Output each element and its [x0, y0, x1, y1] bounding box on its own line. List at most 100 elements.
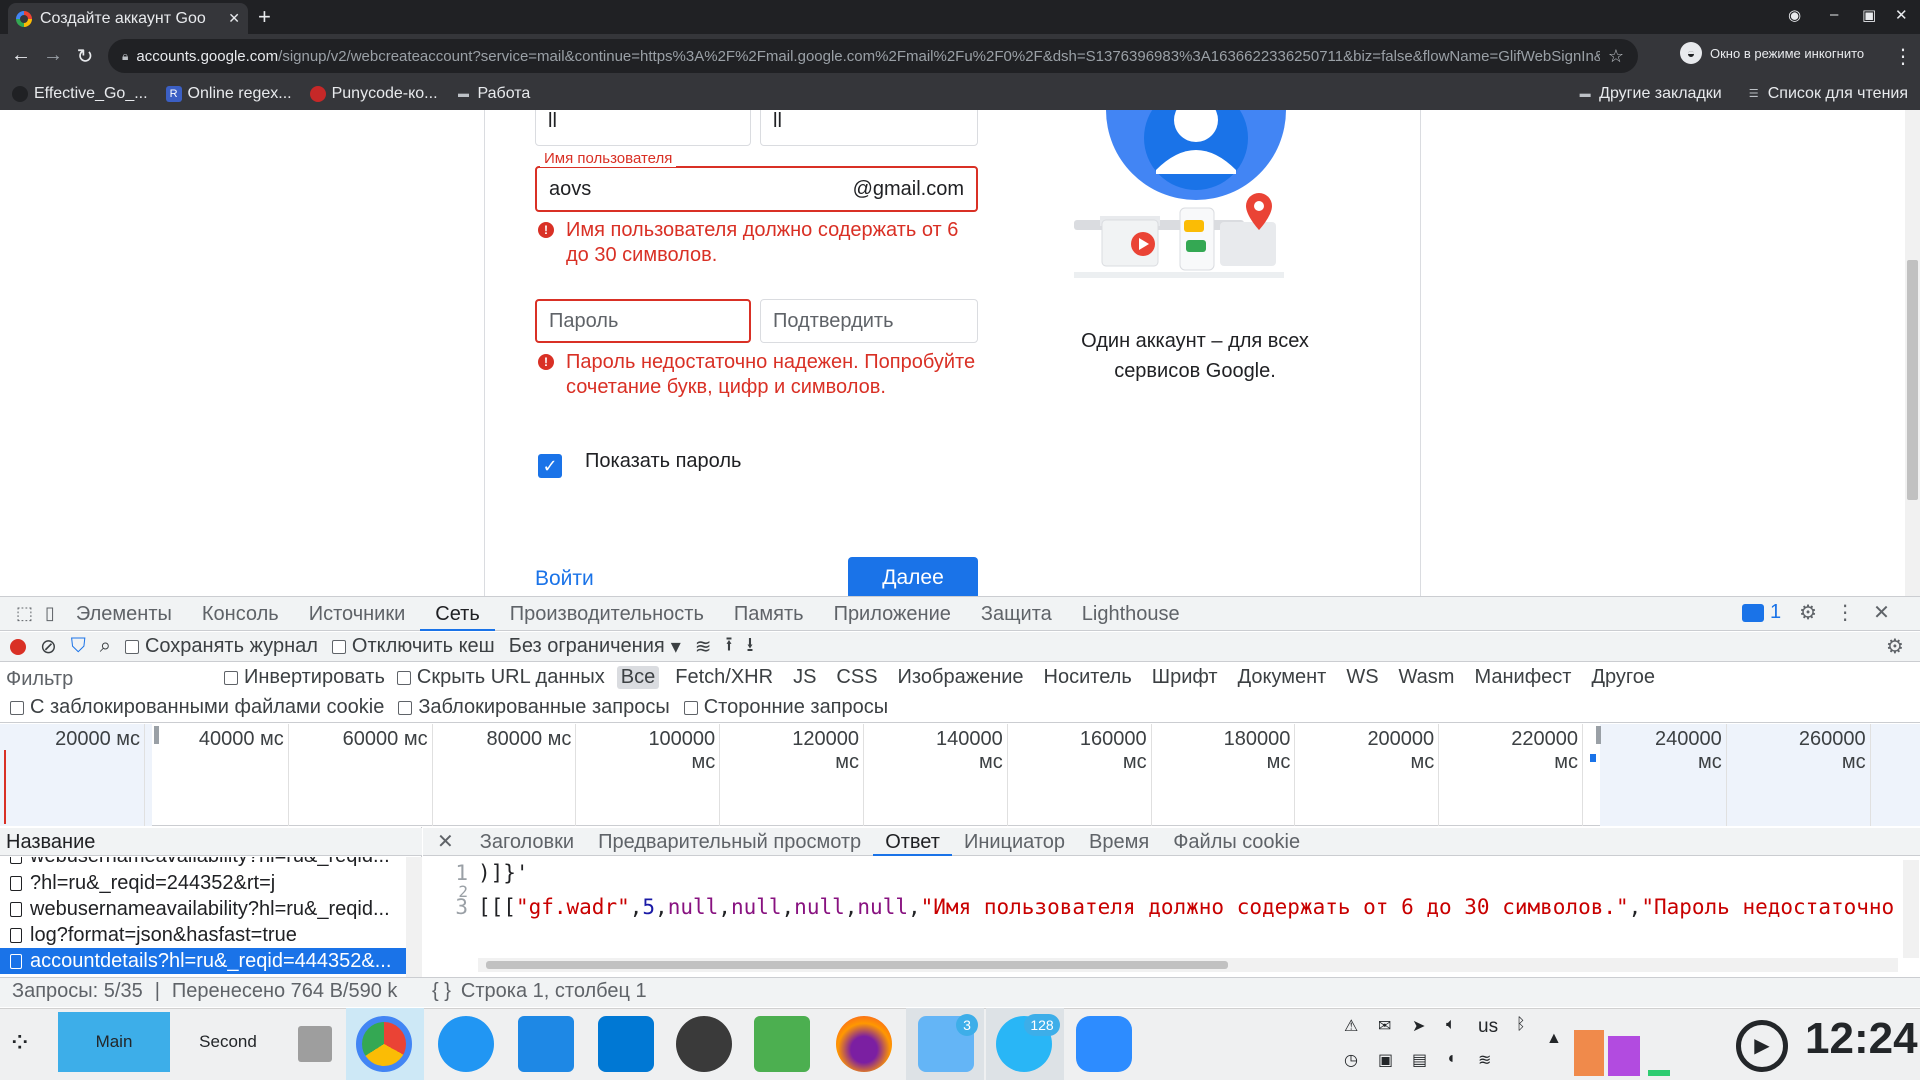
- tab-memory[interactable]: Память: [719, 597, 819, 631]
- third-party-checkbox[interactable]: Сторонние запросы: [683, 696, 888, 719]
- request-row-selected[interactable]: accountdetails?hl=ru&_reqid=444352&...: [0, 948, 406, 974]
- timeline-handle-left[interactable]: [154, 726, 159, 744]
- timeline-handle-right[interactable]: [1596, 726, 1601, 744]
- address-bar[interactable]: 🔒︎ accounts.google.com/signup/v2/webcrea…: [108, 39, 1638, 73]
- preserve-log-checkbox[interactable]: Сохранять журнал: [124, 635, 318, 658]
- tab-sources[interactable]: Источники: [294, 597, 421, 631]
- pretty-print-icon[interactable]: { }: [432, 980, 451, 1003]
- reload-icon[interactable]: ↻: [72, 44, 98, 69]
- keyboard-layout[interactable]: us: [1478, 1016, 1498, 1038]
- url-text[interactable]: accounts.google.com/signup/v2/webcreatea…: [136, 48, 1599, 65]
- clock[interactable]: 12:24: [1805, 1014, 1918, 1064]
- timer-icon[interactable]: ▶: [1736, 1020, 1788, 1072]
- tab-cookies[interactable]: Файлы cookie: [1161, 828, 1312, 856]
- workspace-main[interactable]: Main: [58, 1012, 170, 1072]
- filter-type-xhr[interactable]: Fetch/XHR: [671, 666, 777, 689]
- volume-icon[interactable]: 🔈︎: [1446, 1016, 1456, 1034]
- browser-menu-icon[interactable]: ⋮: [1893, 44, 1913, 69]
- username-field[interactable]: aovs @gmail.com: [535, 166, 978, 212]
- throttling-select[interactable]: Без ограничения ▾: [509, 634, 681, 659]
- filter-type-css[interactable]: CSS: [832, 666, 881, 689]
- tab-security[interactable]: Защита: [966, 597, 1067, 631]
- tab-initiator[interactable]: Инициатор: [952, 828, 1077, 856]
- filter-type-wasm[interactable]: Wasm: [1395, 666, 1459, 689]
- tray-expand-icon[interactable]: ▲: [1546, 1030, 1562, 1048]
- response-vscrollbar[interactable]: [1903, 860, 1919, 958]
- show-password-checkbox[interactable]: ✓: [538, 454, 562, 478]
- zoom-tray-icon[interactable]: ▣: [1378, 1050, 1393, 1070]
- close-window-icon[interactable]: ✕: [1895, 6, 1908, 24]
- minimize-icon[interactable]: –: [1830, 6, 1838, 23]
- tab-preview[interactable]: Предварительный просмотр: [586, 828, 873, 856]
- bookmark-star-icon[interactable]: ☆: [1608, 46, 1624, 67]
- close-detail-icon[interactable]: ✕: [423, 828, 468, 856]
- clipboard-icon[interactable]: ▤: [1412, 1050, 1427, 1070]
- forward-icon[interactable]: →: [40, 44, 66, 67]
- export-har-icon[interactable]: ⭳: [747, 630, 754, 664]
- tab-search-icon[interactable]: ◉: [1788, 6, 1801, 24]
- file-manager-icon[interactable]: [518, 1016, 574, 1072]
- firefox-icon[interactable]: [836, 1016, 892, 1072]
- filter-type-ws[interactable]: WS: [1342, 666, 1382, 689]
- microphone-icon[interactable]: ◖: [1446, 1050, 1456, 1068]
- filter-type-other[interactable]: Другое: [1587, 666, 1659, 689]
- hide-data-urls-checkbox[interactable]: Скрыть URL данных: [396, 666, 605, 689]
- filter-type-all[interactable]: Все: [616, 666, 660, 689]
- zoom-icon[interactable]: [1076, 1016, 1132, 1072]
- disable-cache-checkbox[interactable]: Отключить кеш: [331, 635, 495, 658]
- clear-icon[interactable]: ⊘: [40, 634, 57, 659]
- devtools-menu-icon[interactable]: ⋮: [1835, 600, 1855, 625]
- page-scrollbar-thumb[interactable]: [1907, 260, 1918, 500]
- inspect-element-icon[interactable]: ⬚: [10, 603, 39, 624]
- device-toolbar-icon[interactable]: ▯: [39, 603, 61, 624]
- record-icon[interactable]: [10, 638, 26, 655]
- settings-gear-icon[interactable]: ⚙: [1799, 600, 1817, 625]
- tab-application[interactable]: Приложение: [819, 597, 966, 631]
- name-column-header[interactable]: Название: [0, 828, 422, 856]
- tab-console[interactable]: Консоль: [187, 597, 294, 631]
- signin-link[interactable]: Войти: [535, 567, 594, 591]
- tab-close-icon[interactable]: ✕: [228, 10, 240, 27]
- blocked-requests-checkbox[interactable]: Заблокированные запросы: [398, 696, 670, 719]
- mail-tray-icon[interactable]: ✉: [1378, 1016, 1391, 1036]
- bookmark-item[interactable]: Effective_Go_...: [12, 85, 148, 103]
- confirm-password-field[interactable]: Подтвердить: [760, 299, 978, 343]
- vscode-icon[interactable]: [598, 1016, 654, 1072]
- request-row[interactable]: webusernameavailability?hl=ru&_reqid...: [0, 896, 406, 922]
- filter-type-manifest[interactable]: Манифест: [1470, 666, 1575, 689]
- network-conditions-icon[interactable]: ≋: [695, 634, 712, 659]
- close-devtools-icon[interactable]: ✕: [1873, 600, 1890, 625]
- browser-app-icon[interactable]: [438, 1016, 494, 1072]
- wifi-icon[interactable]: ≋: [1478, 1050, 1491, 1070]
- tab-response[interactable]: Ответ: [873, 828, 952, 856]
- last-name-field[interactable]: ll: [760, 110, 978, 146]
- bluetooth-icon[interactable]: ᛒ: [1516, 1016, 1526, 1034]
- invert-checkbox[interactable]: Инвертировать: [224, 666, 385, 689]
- other-bookmarks-folder[interactable]: ▬ Другие закладки: [1577, 85, 1722, 103]
- archive-app-icon[interactable]: [298, 1026, 332, 1062]
- workspace-second[interactable]: Second: [172, 1012, 284, 1072]
- filter-icon[interactable]: ⛉: [71, 635, 86, 658]
- tab-performance[interactable]: Производительность: [495, 597, 719, 631]
- request-row[interactable]: ?hl=ru&_reqid=244352&rt=j: [0, 870, 406, 896]
- response-body[interactable]: 1)]}' 2 3 [[["gf.wadr",5,null,null,null,n…: [440, 860, 1900, 920]
- filter-input[interactable]: Фильтр: [6, 668, 206, 690]
- filter-type-media[interactable]: Носитель: [1040, 666, 1136, 689]
- back-icon[interactable]: ←: [8, 44, 34, 67]
- tab-lighthouse[interactable]: Lighthouse: [1067, 597, 1195, 631]
- first-name-field[interactable]: ll: [535, 110, 751, 146]
- filter-type-doc[interactable]: Документ: [1234, 666, 1331, 689]
- keepassxc-icon[interactable]: [676, 1016, 732, 1072]
- tab-headers[interactable]: Заголовки: [468, 828, 586, 856]
- notifications-icon[interactable]: ⚠: [1344, 1016, 1358, 1036]
- next-button[interactable]: Далее: [848, 557, 978, 596]
- bookmark-folder[interactable]: ▬ Работа: [456, 85, 530, 103]
- tab-timing[interactable]: Время: [1077, 828, 1161, 856]
- blocked-cookies-checkbox[interactable]: С заблокированными файлами cookie: [10, 696, 384, 719]
- network-settings-icon[interactable]: ⚙: [1886, 634, 1904, 659]
- new-tab-button[interactable]: +: [258, 4, 271, 30]
- issues-counter[interactable]: 1: [1742, 601, 1781, 624]
- telegram-tray-icon[interactable]: ➤: [1412, 1016, 1425, 1036]
- request-row[interactable]: log?format=json&hasfast=true: [0, 922, 406, 948]
- clock-tray-icon[interactable]: ◷: [1344, 1050, 1358, 1070]
